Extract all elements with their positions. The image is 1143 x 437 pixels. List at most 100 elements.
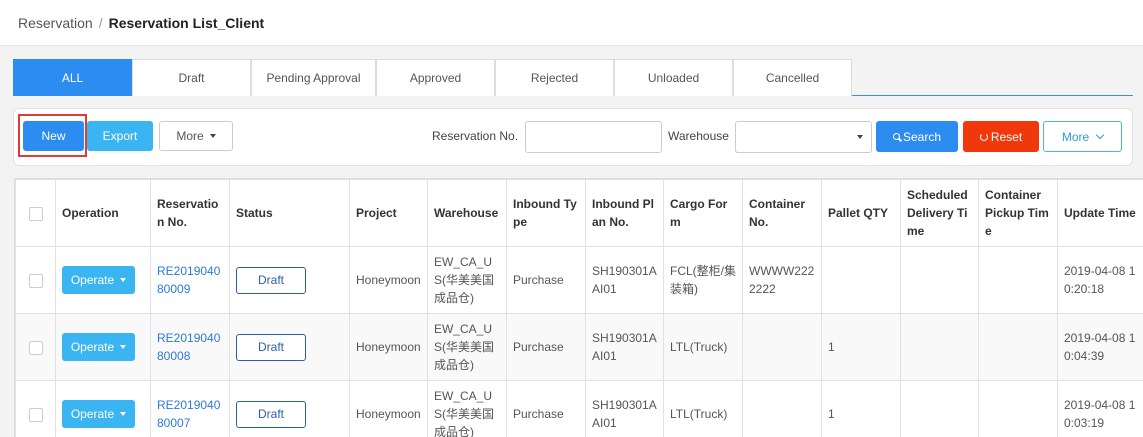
row-checkbox[interactable]	[28, 340, 43, 355]
container-no-cell	[742, 313, 822, 381]
tab-all[interactable]: ALL	[13, 59, 132, 96]
status-cell: Draft	[229, 313, 350, 381]
tab-draft[interactable]: Draft	[132, 59, 251, 96]
reservation-no-link[interactable]: RE201904080007	[157, 398, 220, 430]
pallet-qty-cell	[821, 246, 901, 314]
scheduled-delivery-cell	[900, 380, 979, 437]
search-icon	[892, 133, 900, 140]
warehouse-cell: EW_CA_US(华美美国成品仓)	[427, 313, 507, 381]
header-project: Project	[349, 179, 428, 247]
header-container-pickup-time: Container Pickup Time	[978, 179, 1058, 247]
new-button[interactable]: New	[23, 121, 84, 151]
toolbar: New Export More Reservation No. Warehous…	[13, 108, 1133, 166]
container-no-cell	[742, 380, 822, 437]
inbound-plan-no-cell: SH190301AAI01	[585, 313, 664, 381]
caret-down-icon	[120, 278, 127, 282]
inbound-type-cell: Purchase	[506, 246, 586, 314]
reservation-no-link[interactable]: RE201904080009	[157, 264, 220, 296]
breadcrumb-separator: /	[98, 15, 103, 31]
breadcrumb-parent[interactable]: Reservation	[18, 15, 93, 31]
row-select-cell	[15, 313, 56, 381]
reservation-no-cell: RE201904080009	[150, 246, 230, 314]
status-badge[interactable]: Draft	[236, 333, 306, 361]
status-badge[interactable]: Draft	[236, 266, 306, 294]
export-button[interactable]: Export	[87, 121, 153, 151]
cargo-form-cell: LTL(Truck)	[663, 380, 743, 437]
row-checkbox[interactable]	[28, 273, 43, 288]
page-title: Reservation List_Client	[108, 15, 265, 31]
container-pickup-cell	[978, 313, 1058, 381]
container-pickup-cell	[978, 246, 1058, 314]
pallet-qty-cell: 1	[821, 380, 901, 437]
inbound-type-cell: Purchase	[506, 380, 586, 437]
tab-cancelled[interactable]: Cancelled	[733, 59, 852, 96]
caret-down-icon	[209, 134, 216, 138]
status-badge[interactable]: Draft	[236, 400, 306, 428]
row-select-cell	[15, 246, 56, 314]
warehouse-cell: EW_CA_US(华美美国成品仓)	[427, 380, 507, 437]
warehouse-label: Warehouse	[668, 129, 729, 143]
cargo-form-cell: LTL(Truck)	[663, 313, 743, 381]
scheduled-delivery-cell	[900, 313, 979, 381]
row-checkbox[interactable]	[28, 407, 43, 422]
header-warehouse: Warehouse	[427, 179, 507, 247]
select-all-checkbox[interactable]	[28, 206, 43, 221]
reservation-no-label: Reservation No.	[432, 129, 519, 143]
header-update-time: Update Time	[1057, 179, 1143, 247]
operation-cell: Operate	[55, 380, 151, 437]
header-container-no: Container No.	[742, 179, 822, 247]
inbound-plan-no-cell: SH190301AAI01	[585, 380, 664, 437]
header-scheduled-delivery-time: Scheduled Delivery Time	[900, 179, 979, 247]
operate-dropdown-button[interactable]: Operate	[62, 400, 135, 428]
container-no-cell: WWWW2222222	[742, 246, 822, 314]
refresh-icon	[979, 132, 988, 141]
reservation-no-cell: RE201904080007	[150, 380, 230, 437]
header-pallet-qty: Pallet QTY	[821, 179, 901, 247]
operation-cell: Operate	[55, 246, 151, 314]
tab-approved[interactable]: Approved	[376, 59, 495, 96]
tab-pending-approval[interactable]: Pending Approval	[251, 59, 376, 96]
update-time-cell: 2019-04-08 10:03:19	[1057, 380, 1143, 437]
more-filters-button[interactable]: More	[1043, 121, 1122, 152]
project-cell: Honeymoon	[349, 380, 428, 437]
project-cell: Honeymoon	[349, 246, 428, 314]
table-row: Operate RE201904080008 Draft Honeymoon E…	[15, 313, 1143, 381]
warehouse-cell: EW_CA_US(华美美国成品仓)	[427, 246, 507, 314]
header-inbound-type: Inbound Type	[506, 179, 586, 247]
operate-dropdown-button[interactable]: Operate	[62, 333, 135, 361]
chevron-down-icon	[1095, 130, 1105, 140]
update-time-cell: 2019-04-08 10:04:39	[1057, 313, 1143, 381]
header-inbound-plan-no: Inbound Plan No.	[585, 179, 664, 247]
table-header-row: Operation Reservation No. Status Project…	[15, 179, 1143, 247]
caret-down-icon	[857, 135, 863, 139]
operation-cell: Operate	[55, 313, 151, 381]
tab-unloaded[interactable]: Unloaded	[614, 59, 733, 96]
select-all-cell	[15, 179, 56, 247]
table-row: Operate RE201904080007 Draft Honeymoon E…	[15, 380, 1143, 437]
header-operation: Operation	[55, 179, 151, 247]
table-row: Operate RE201904080009 Draft Honeymoon E…	[15, 246, 1143, 314]
tab-rejected[interactable]: Rejected	[495, 59, 614, 96]
search-button[interactable]: Search	[876, 121, 958, 152]
caret-down-icon	[120, 345, 127, 349]
reset-button[interactable]: Reset	[963, 121, 1039, 152]
reservation-table: Operation Reservation No. Status Project…	[14, 178, 1143, 437]
status-cell: Draft	[229, 380, 350, 437]
breadcrumb: Reservation / Reservation List_Client	[0, 0, 1143, 46]
status-tabs: ALL Draft Pending Approval Approved Reje…	[13, 59, 1133, 96]
project-cell: Honeymoon	[349, 313, 428, 381]
more-dropdown-button[interactable]: More	[159, 121, 233, 151]
operate-dropdown-button[interactable]: Operate	[62, 266, 135, 294]
header-reservation-no: Reservation No.	[150, 179, 230, 247]
warehouse-select[interactable]	[735, 121, 872, 153]
header-status: Status	[229, 179, 350, 247]
reservation-no-input[interactable]	[525, 121, 662, 153]
cargo-form-cell: FCL(整柜/集装箱)	[663, 246, 743, 314]
inbound-plan-no-cell: SH190301AAI01	[585, 246, 664, 314]
container-pickup-cell	[978, 380, 1058, 437]
reservation-no-cell: RE201904080008	[150, 313, 230, 381]
row-select-cell	[15, 380, 56, 437]
header-cargo-form: Cargo Form	[663, 179, 743, 247]
update-time-cell: 2019-04-08 10:20:18	[1057, 246, 1143, 314]
reservation-no-link[interactable]: RE201904080008	[157, 331, 220, 363]
